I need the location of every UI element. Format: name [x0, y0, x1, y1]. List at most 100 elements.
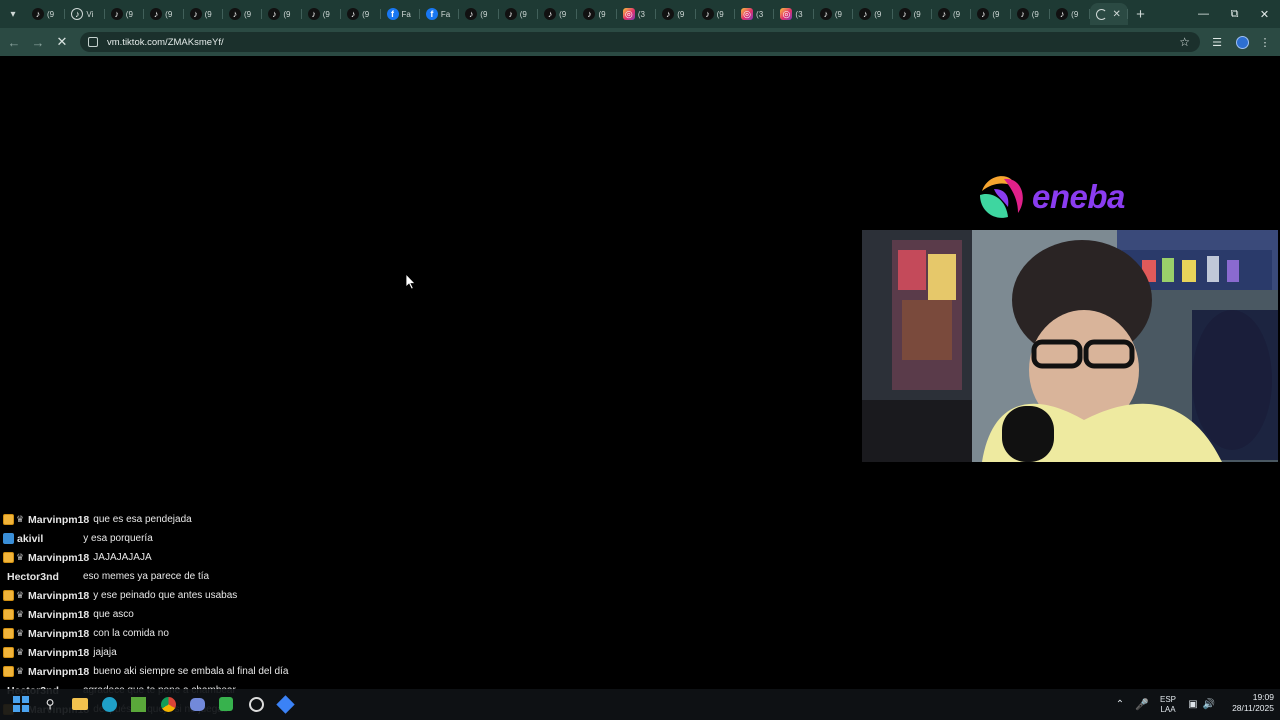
start-button[interactable] [10, 693, 32, 715]
chat-message: ♛ Marvinpm18 y ese peinado que antes usaba… [0, 586, 237, 605]
site-info-icon[interactable] [88, 37, 98, 47]
show-hidden-icons-button[interactable]: ⌃ [1113, 689, 1127, 720]
back-button[interactable]: ← [2, 28, 26, 56]
browser-tab[interactable]: ♪ (9 [893, 3, 933, 25]
restore-button[interactable]: ⧉ [1219, 0, 1250, 28]
volume-icon[interactable]: 🔊 [1202, 689, 1216, 720]
browser-tab[interactable]: ♪ (9 [814, 3, 854, 25]
browser-tab[interactable]: ♪ (9 [1011, 3, 1051, 25]
browser-tab[interactable]: ♪ (9 [144, 3, 184, 25]
tiktok-icon: ♪ [583, 8, 596, 20]
network-icon[interactable]: ▣ [1186, 689, 1200, 720]
tiktok-icon: ♪ [819, 8, 832, 20]
browser-tab[interactable]: ♪ (9 [499, 3, 539, 25]
browser-tab[interactable]: ♪ (9 [853, 3, 893, 25]
input-language-indicator[interactable]: ESP LAA [1156, 689, 1180, 720]
chat-text: que es esa pendejada [93, 514, 192, 525]
sponsor-name: eneba [1032, 178, 1125, 215]
minimize-button[interactable]: — [1188, 0, 1219, 28]
forward-button[interactable]: → [26, 28, 50, 56]
chat-username[interactable]: Marvinpm18 [28, 552, 89, 564]
browser-tab[interactable]: ♪ (9 [577, 3, 618, 25]
browser-tab[interactable]: ♪ (9 [459, 3, 500, 25]
taskbar-discord[interactable] [186, 693, 208, 715]
browser-tab[interactable]: ♪ Vi [65, 3, 106, 25]
taskbar-app-green[interactable] [215, 693, 237, 715]
system-clock[interactable]: 19:09 28/11/2025 [1218, 692, 1274, 714]
browser-tab[interactable]: ♪ (9 [656, 3, 697, 25]
tab-title: (9 [952, 9, 961, 19]
tab-title: (9 [834, 9, 842, 19]
browser-tab[interactable]: ♪ (9 [184, 3, 224, 25]
tiktok-icon: ♪ [1016, 8, 1029, 20]
browser-tab[interactable]: ◎ (3 [617, 3, 657, 25]
taskbar-edge[interactable] [98, 693, 120, 715]
clock-time: 19:09 [1252, 692, 1274, 702]
crown-badge-icon: ♛ [16, 628, 25, 638]
bookmark-star-icon[interactable]: ☆ [1179, 35, 1190, 49]
tiktok-icon: ♪ [544, 8, 557, 20]
chat-username[interactable]: Marvinpm18 [28, 666, 89, 678]
new-tab-button[interactable]: + [1128, 6, 1154, 23]
tiktok-icon: ♪ [859, 8, 872, 20]
browser-tab[interactable]: ♪ (9 [971, 3, 1012, 25]
browser-tab[interactable]: ♪ (9 [302, 3, 342, 25]
browser-tab[interactable]: ♪ (9 [538, 3, 578, 25]
chat-badges: ♛ [3, 666, 25, 677]
address-bar[interactable]: vm.tiktok.com/ZMAKsmeYf/ ☆ [80, 32, 1200, 52]
sub-badge-icon [3, 590, 14, 601]
chat-username[interactable]: akivil [17, 533, 43, 545]
clock-date: 28/11/2025 [1232, 703, 1274, 713]
taskbar-search-button[interactable]: ⚲ [39, 693, 61, 715]
chat-text: JAJAJAJAJA [93, 552, 152, 563]
sub-badge-icon [3, 514, 14, 525]
taskbar-app-blue[interactable] [274, 693, 296, 715]
browser-tab[interactable]: ♪ (9 [696, 3, 736, 25]
tab-active[interactable]: ✕ [1089, 3, 1128, 25]
chat-username[interactable]: Marvinpm18 [28, 590, 89, 602]
tab-search-button[interactable]: ▾ [0, 0, 26, 28]
tab-title: (3 [756, 9, 764, 19]
chat-username[interactable]: Marvinpm18 [28, 609, 89, 621]
chat-text: con la comida no [93, 628, 169, 639]
taskbar-obs[interactable] [245, 693, 267, 715]
browser-tab[interactable]: f Fa [381, 3, 421, 25]
tab-title: (9 [716, 9, 724, 19]
browser-tab[interactable]: ♪ (9 [105, 3, 145, 25]
obs-icon [248, 696, 264, 712]
chat-username[interactable]: Marvinpm18 [28, 647, 89, 659]
chat-badges: ♛ [3, 552, 25, 563]
taskbar-minecraft[interactable] [127, 693, 149, 715]
tab-title: (9 [1031, 9, 1039, 19]
media-controls-icon[interactable]: ☰ [1207, 32, 1227, 52]
chat-message: ♛ Marvinpm18 con la comida no [0, 624, 169, 643]
browser-tab[interactable]: ◎ (3 [735, 3, 775, 25]
close-window-button[interactable]: ✕ [1249, 0, 1280, 28]
tiktok-icon: ♪ [307, 8, 320, 20]
close-tab-icon[interactable]: ✕ [1113, 9, 1121, 20]
browser-tab[interactable]: f Fa [420, 3, 460, 25]
browser-tab[interactable]: ◎ (3 [774, 3, 815, 25]
taskbar-file-explorer[interactable] [69, 693, 91, 715]
chat-text: que asco [93, 609, 134, 620]
chat-badges: ♛ [3, 647, 25, 658]
browser-tab[interactable]: ♪ (9 [932, 3, 972, 25]
microphone-icon[interactable]: 🎤 [1134, 689, 1150, 720]
tab-title: (9 [913, 9, 921, 19]
tab-title: (9 [165, 9, 173, 19]
browser-tab[interactable]: ♪ (9 [26, 3, 66, 25]
taskbar-chrome[interactable] [157, 693, 179, 715]
browser-tab[interactable]: ♪ (9 [223, 3, 263, 25]
browser-tab[interactable]: ♪ (9 [262, 3, 303, 25]
tiktok-icon: ♪ [465, 8, 478, 20]
stop-loading-button[interactable]: ✕ [50, 28, 74, 56]
chat-text: eso memes ya parece de tía [82, 571, 210, 582]
menu-kebab-icon[interactable]: ⋮ [1255, 32, 1275, 52]
url-text[interactable]: vm.tiktok.com/ZMAKsmeYf/ [107, 37, 224, 48]
chat-username[interactable]: Marvinpm18 [28, 514, 89, 526]
profile-avatar[interactable] [1232, 32, 1252, 52]
chat-username[interactable]: Marvinpm18 [28, 628, 89, 640]
browser-tab[interactable]: ♪ (9 [341, 3, 381, 25]
chat-username[interactable]: Hector3nd [7, 571, 59, 583]
browser-tab[interactable]: ♪ (9 [1050, 3, 1090, 25]
